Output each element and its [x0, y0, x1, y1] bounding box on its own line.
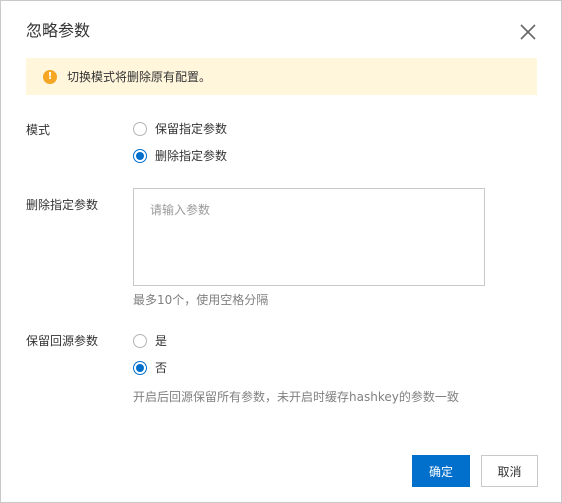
radio-circle[interactable] [133, 334, 147, 348]
ignore-params-dialog: 忽略参数 ! 切换模式将删除原有配置。 模式 保留指定参数 删除指定参数 删除指… [0, 0, 562, 503]
alert-text: 切换模式将删除原有配置。 [67, 70, 212, 84]
keep-origin-label: 保留回源参数 [26, 334, 99, 348]
close-button[interactable] [517, 21, 539, 43]
radio-label: 删除指定参数 [155, 149, 228, 163]
params-textarea[interactable] [133, 188, 485, 286]
radio-dot [136, 152, 144, 160]
params-label: 删除指定参数 [26, 198, 99, 212]
radio-no[interactable]: 否 [133, 360, 167, 376]
radio-label: 保留指定参数 [155, 122, 228, 136]
radio-keep-specified[interactable]: 保留指定参数 [133, 121, 227, 137]
mode-label: 模式 [26, 123, 51, 137]
radio-circle-checked[interactable] [133, 149, 147, 163]
radio-yes[interactable]: 是 [133, 333, 167, 349]
confirm-button[interactable]: 确定 [412, 455, 470, 487]
radio-delete-specified[interactable]: 删除指定参数 [133, 148, 227, 164]
params-hint: 最多10个，使用空格分隔 [133, 293, 269, 307]
dialog-title: 忽略参数 [26, 21, 91, 40]
warning-icon: ! [43, 69, 57, 84]
close-icon [520, 24, 536, 40]
keep-origin-hint: 开启后回源保留所有参数，未开启时缓存hashkey的参数一致 [133, 390, 459, 404]
radio-dot [136, 364, 144, 372]
radio-label: 是 [155, 334, 168, 348]
radio-circle-checked[interactable] [133, 361, 147, 375]
radio-label: 否 [155, 361, 168, 375]
warning-alert: ! 切换模式将删除原有配置。 [26, 58, 537, 95]
radio-circle[interactable] [133, 122, 147, 136]
cancel-button[interactable]: 取消 [481, 455, 538, 487]
